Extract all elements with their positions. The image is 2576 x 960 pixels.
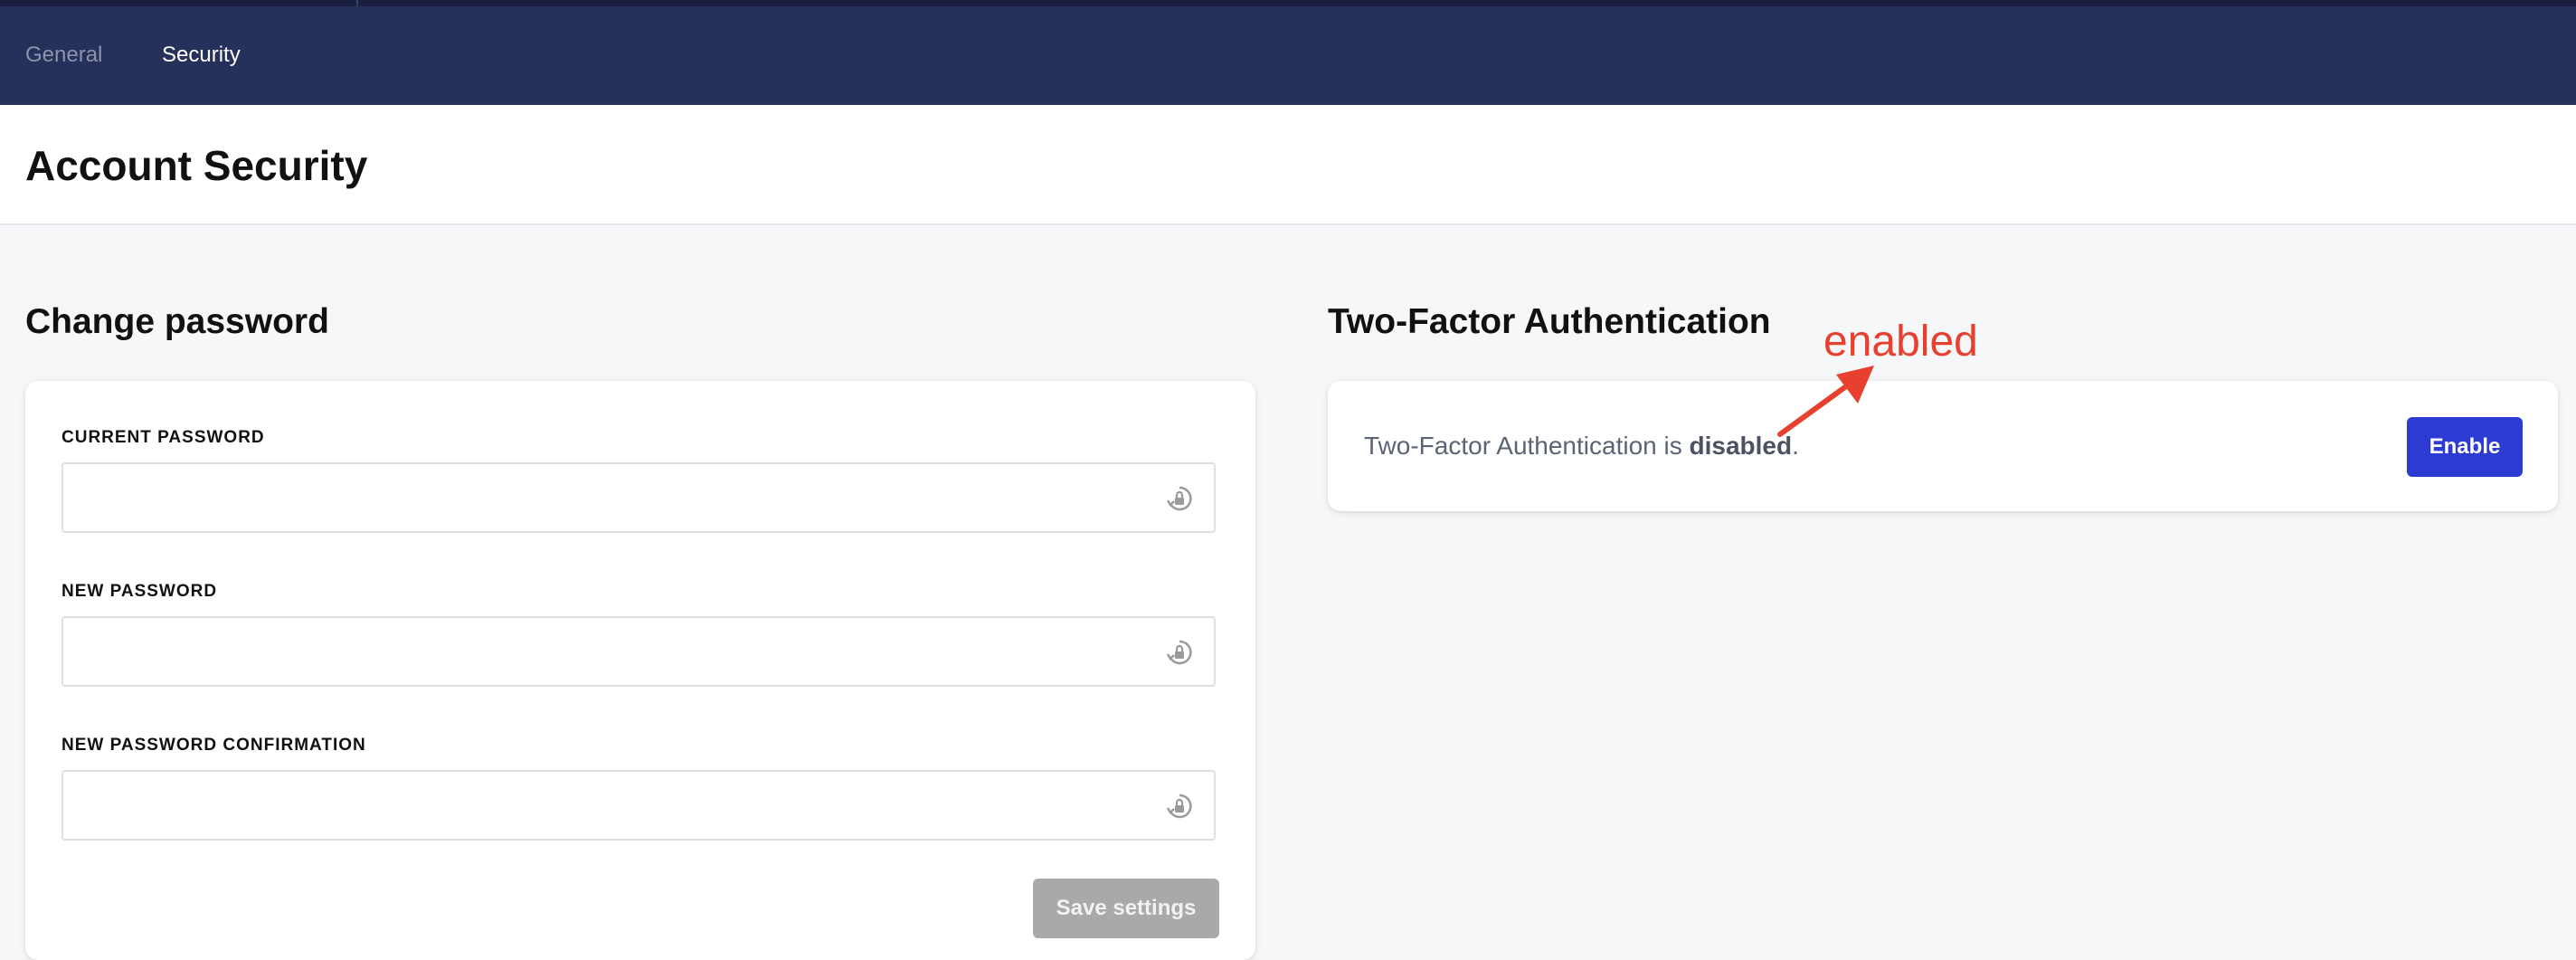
new-password-input[interactable] xyxy=(63,618,1149,685)
tab-general[interactable]: General xyxy=(25,43,102,68)
page-title: Account Security xyxy=(25,142,368,189)
new-password-confirmation-label: NEW PASSWORD CONFIRMATION xyxy=(62,736,366,755)
password-key-icon[interactable] xyxy=(1165,484,1194,513)
tab-security[interactable]: Security xyxy=(162,43,241,68)
new-password-confirmation-input[interactable] xyxy=(63,772,1149,839)
new-password-confirmation-field xyxy=(62,770,1216,841)
two-factor-status-prefix: Two-Factor Authentication is xyxy=(1364,432,1690,460)
current-password-input[interactable] xyxy=(63,464,1149,531)
current-password-field xyxy=(62,462,1216,533)
current-password-label: CURRENT PASSWORD xyxy=(62,428,265,447)
settings-nav: General Security xyxy=(0,6,2576,105)
annotation-label: enabled xyxy=(1823,318,1978,366)
two-factor-title: Two-Factor Authentication xyxy=(1328,302,1771,341)
two-factor-status: Two-Factor Authentication is disabled. xyxy=(1364,432,1799,461)
top-strip-divider xyxy=(356,0,358,6)
password-key-icon[interactable] xyxy=(1165,792,1194,821)
annotation-arrow-icon xyxy=(1777,366,1874,437)
new-password-label: NEW PASSWORD xyxy=(62,582,218,601)
save-settings-button[interactable]: Save settings xyxy=(1033,879,1219,938)
new-password-field xyxy=(62,616,1216,687)
password-key-icon[interactable] xyxy=(1165,638,1194,667)
top-strip xyxy=(0,0,2576,6)
two-factor-card: Two-Factor Authentication is disabled. E… xyxy=(1328,381,2558,511)
change-password-card: CURRENT PASSWORD NEW PASSWORD NEW PASSWO… xyxy=(25,381,1255,960)
change-password-title: Change password xyxy=(25,302,329,341)
enable-two-factor-button[interactable]: Enable xyxy=(2407,417,2523,477)
page-header: Account Security xyxy=(0,105,2576,225)
